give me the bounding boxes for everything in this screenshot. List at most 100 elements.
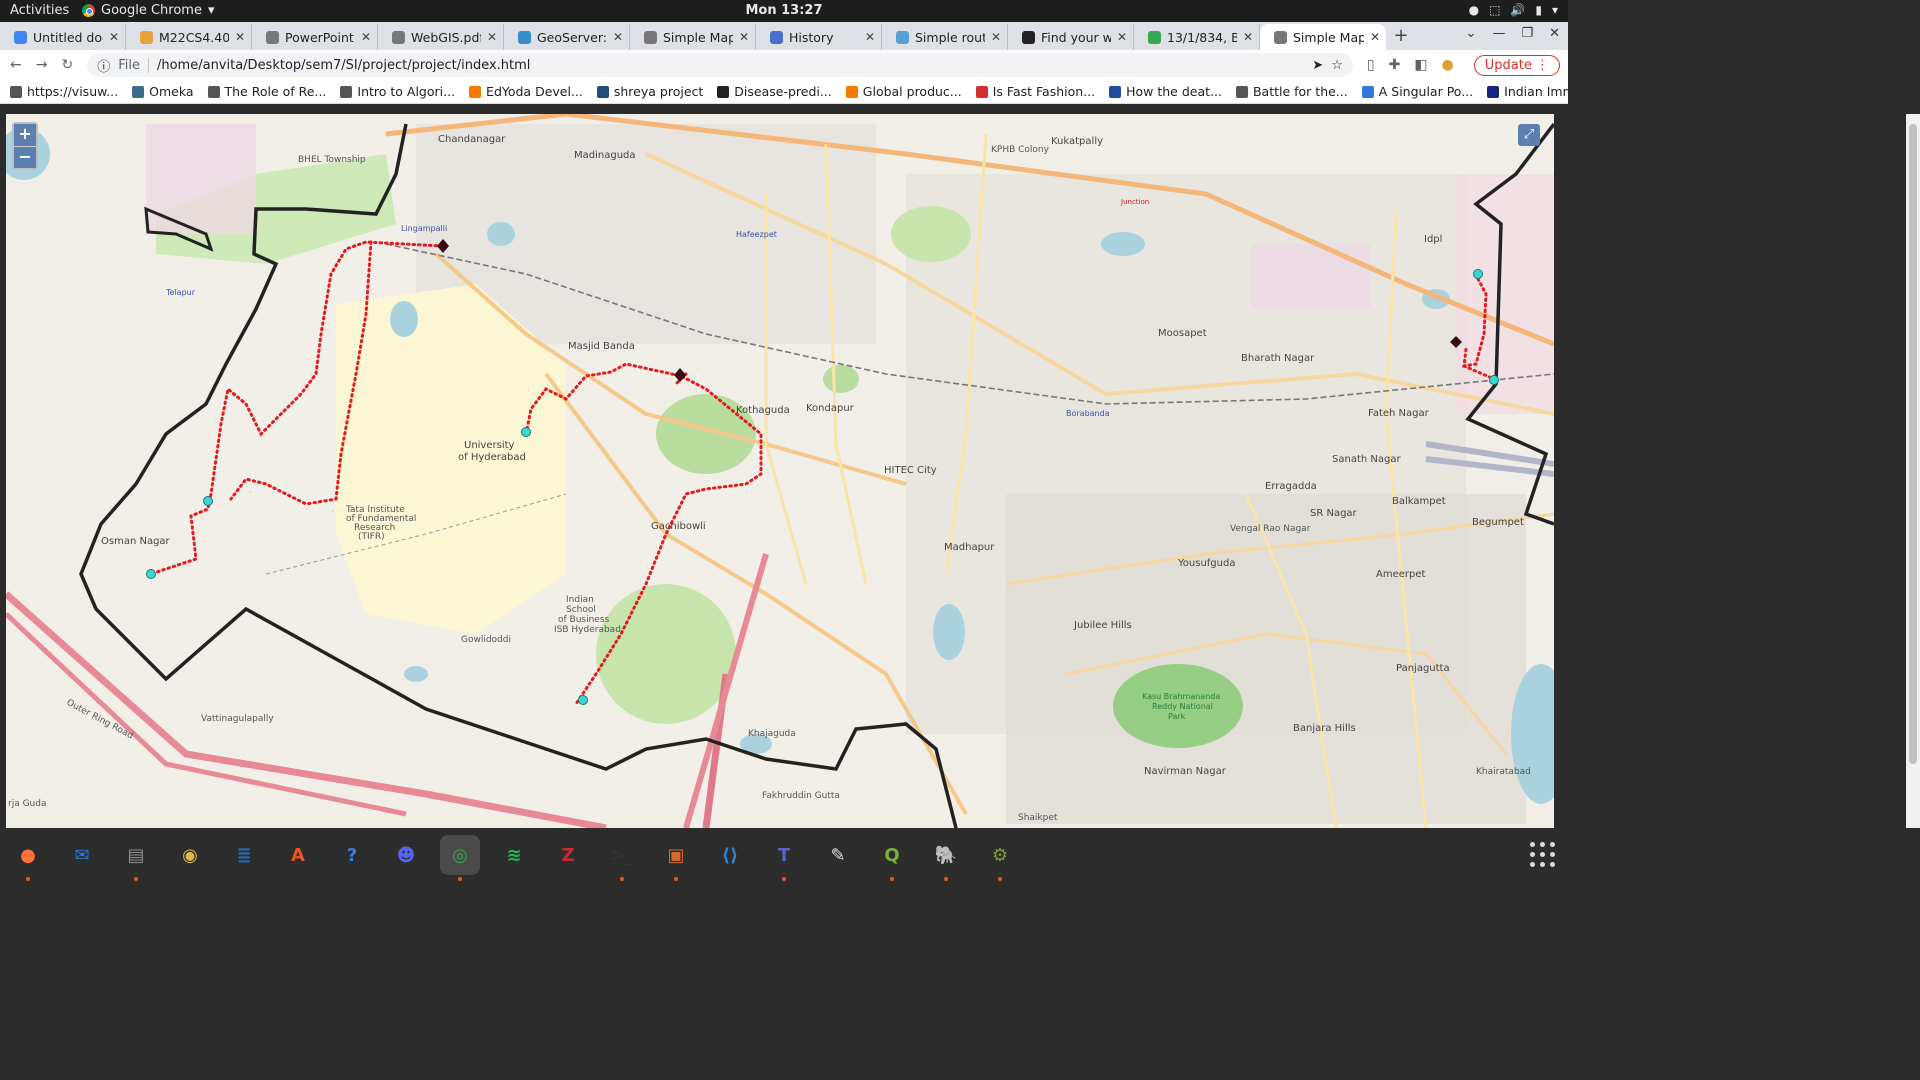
software-icon[interactable]: A [278, 835, 318, 875]
teams-tray-icon[interactable]: ● [1469, 3, 1479, 17]
text-editor-icon[interactable]: ✎ [818, 835, 858, 875]
bookmark-item[interactable]: Omeka [132, 84, 194, 99]
zotero-icon[interactable]: Z [548, 835, 588, 875]
bookmark-label: Intro to Algori... [357, 84, 456, 99]
tab-4[interactable]: GeoServer: W ✕ [504, 24, 630, 50]
tab-title: 13/1/834, Ba [1167, 29, 1237, 45]
bookmark-star-icon[interactable]: ☆ [1331, 58, 1343, 73]
tab-6[interactable]: History ✕ [756, 24, 882, 50]
qgis-icon[interactable]: Q [872, 835, 912, 881]
bookmark-item[interactable]: Is Fast Fashion... [975, 84, 1095, 99]
reload-icon[interactable]: ↻ [61, 57, 73, 73]
tab-close-icon[interactable]: ✕ [1243, 30, 1253, 44]
qgis-tool-icon[interactable]: ⚙ [980, 835, 1020, 881]
tab-close-icon[interactable]: ✕ [361, 30, 371, 44]
info-icon[interactable]: ⓘ [97, 56, 110, 75]
terminal-icon[interactable]: >_ [602, 835, 642, 881]
send-icon[interactable]: ➤ [1312, 58, 1323, 73]
tab-7[interactable]: Simple route ✕ [882, 24, 1008, 50]
maximize-icon[interactable]: ❐ [1521, 26, 1533, 41]
tab-close-icon[interactable]: ✕ [1117, 30, 1127, 44]
tab-close-icon[interactable]: ✕ [739, 30, 749, 44]
extensions-icon[interactable]: ✚ [1389, 57, 1401, 73]
url-text[interactable]: /home/anvita/Desktop/sem7/SI/project/pro… [157, 58, 530, 73]
bookmark-label: The Role of Re... [224, 84, 327, 99]
bookmark-item[interactable]: Disease-predi... [717, 84, 832, 99]
tab-close-icon[interactable]: ✕ [109, 30, 119, 44]
tab-title: M22CS4.408: [159, 29, 229, 45]
new-tab-button[interactable]: + [1386, 24, 1416, 50]
tab-favicon-icon [392, 30, 405, 44]
tab-3[interactable]: WebGIS.pdf ✕ [378, 24, 504, 50]
discord-icon[interactable]: ☻ [386, 835, 426, 875]
tab-close-icon[interactable]: ✕ [1370, 30, 1380, 44]
bookmark-item[interactable]: Global produc... [845, 84, 962, 99]
tab-close-icon[interactable]: ✕ [991, 30, 1001, 44]
tab-9[interactable]: 13/1/834, Ba ✕ [1134, 24, 1260, 50]
map-label-balkampet: Balkampet [1392, 496, 1446, 507]
clock[interactable]: Mon 13:27 [0, 3, 1568, 18]
tab-0[interactable]: Untitled docu ✕ [0, 24, 126, 50]
tab-1[interactable]: M22CS4.408: ✕ [126, 24, 252, 50]
fullscreen-icon[interactable]: ⤢ [1518, 124, 1540, 146]
update-button[interactable]: Update ⋮ [1473, 54, 1560, 76]
close-window-icon[interactable]: ✕ [1549, 26, 1560, 41]
pgadmin-icon[interactable]: 🐘 [926, 835, 966, 881]
map-canvas[interactable]: Chandanagar Madinaguda KPHB Colony Kukat… [6, 114, 1554, 828]
thunderbird-icon[interactable]: ✉ [62, 835, 102, 875]
address-bar[interactable]: ⓘ File /home/anvita/Desktop/sem7/SI/proj… [87, 53, 1353, 77]
reading-mode-icon[interactable]: ▯ [1367, 57, 1375, 73]
bookmark-item[interactable]: shreya project [596, 84, 703, 99]
chevron-down-icon[interactable]: ▾ [1552, 3, 1558, 17]
rhythmbox-icon[interactable]: ◉ [170, 835, 210, 875]
tab-5[interactable]: Simple Map ✕ [630, 24, 756, 50]
bookmark-item[interactable]: A Singular Po... [1361, 84, 1473, 99]
bookmark-item[interactable]: EdYoda Devel... [469, 84, 583, 99]
page-scrollbar[interactable] [1906, 114, 1920, 828]
tab-close-icon[interactable]: ✕ [865, 30, 875, 44]
tab-10[interactable]: Simple Map ✕ [1260, 24, 1386, 50]
volume-icon[interactable]: 🔊 [1510, 3, 1525, 17]
ubuntu-dock: ● ✉ ▤ ◉ ≣ A? ☻ ◎ ≋ Z >_ ▣ ⟨⟩ T ✎ Q 🐘 ⚙ [0, 828, 1568, 882]
bookmark-item[interactable]: https://visuw... [10, 84, 118, 99]
back-icon[interactable]: ← [10, 57, 22, 73]
vscode-icon[interactable]: ⟨⟩ [710, 835, 750, 875]
tab-close-icon[interactable]: ✕ [613, 30, 623, 44]
bookmark-item[interactable]: Battle for the... [1235, 84, 1348, 99]
tab-2[interactable]: PowerPoint F ✕ [252, 24, 378, 50]
tab-8[interactable]: Find your wa ✕ [1008, 24, 1134, 50]
zoom-out-button[interactable]: − [14, 146, 36, 168]
battery-icon[interactable]: ▮ [1535, 3, 1542, 17]
help-icon[interactable]: ? [332, 835, 372, 875]
teams-icon[interactable]: T [764, 835, 804, 881]
forward-icon[interactable]: → [36, 57, 48, 73]
bookmark-item[interactable]: Indian Immigr... [1487, 84, 1568, 99]
profile-avatar[interactable]: ● [1442, 57, 1454, 73]
impress-icon[interactable]: ▣ [656, 835, 696, 881]
chrome-icon[interactable]: ◎ [440, 835, 480, 881]
bookmark-item[interactable]: How the deat... [1109, 84, 1222, 99]
system-tray[interactable]: ● ⬚ 🔊 ▮ ▾ [1469, 3, 1558, 17]
spotify-icon[interactable]: ≋ [494, 835, 534, 875]
bookmark-item[interactable]: Intro to Algori... [340, 84, 455, 99]
bookmark-item[interactable]: The Role of Re... [207, 84, 327, 99]
tab-search-icon[interactable]: ⌄ [1466, 26, 1477, 41]
zoom-in-button[interactable]: + [14, 124, 36, 146]
side-panel-icon[interactable]: ◧ [1414, 57, 1427, 73]
tab-close-icon[interactable]: ✕ [235, 30, 245, 44]
firefox-icon[interactable]: ● [8, 835, 48, 881]
minimize-icon[interactable]: — [1492, 26, 1505, 41]
map-view[interactable]: Chandanagar Madinaguda KPHB Colony Kukat… [6, 114, 1554, 828]
map-label-yousufguda: Yousufguda [1177, 558, 1235, 569]
network-icon[interactable]: ⬚ [1489, 3, 1500, 17]
writer-icon[interactable]: ≣ [224, 835, 264, 875]
files-icon[interactable]: ▤ [116, 835, 156, 881]
bookmark-label: Disease-predi... [734, 84, 832, 99]
map-label-kondapur: Kondapur [806, 403, 855, 414]
update-button-label: Update [1484, 57, 1532, 73]
show-applications-icon[interactable] [1530, 842, 1556, 868]
map-label-lingampalli: Lingampalli [401, 224, 447, 233]
map-label-sanath-nagar: Sanath Nagar [1332, 454, 1401, 465]
tab-close-icon[interactable]: ✕ [487, 30, 497, 44]
scrollbar-thumb[interactable] [1909, 124, 1917, 764]
